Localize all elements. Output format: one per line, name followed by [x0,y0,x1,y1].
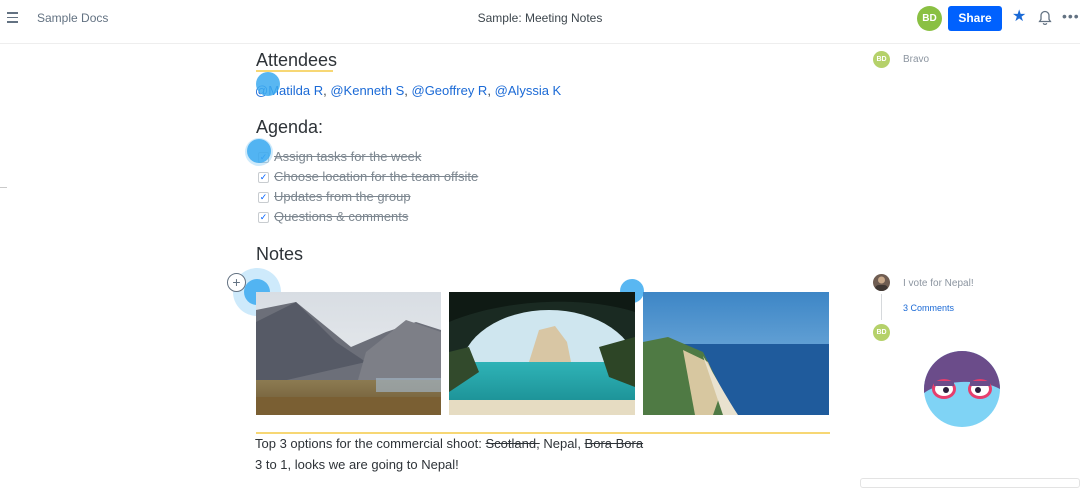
checklist-item-label[interactable]: Updates from the group [274,189,411,204]
comment-author: Bravo [903,54,930,65]
option-separator: , [577,436,585,451]
share-button[interactable]: Share [948,6,1002,31]
gutter-marker [0,187,7,188]
checkbox-checked[interactable]: ✓ [258,212,269,223]
checklist-item-label[interactable]: Questions & comments [274,209,408,224]
user-avatar[interactable]: BD [917,6,942,31]
attendees-heading[interactable]: Attendees [256,50,337,71]
agenda-heading[interactable]: Agenda: [256,117,323,138]
header-divider [0,43,1080,44]
bell-icon[interactable] [1038,10,1052,26]
checkbox-checked[interactable]: ✓ [258,172,269,183]
attendee-mentions: @Matilda R, @Kenneth S, @Geoffrey R, @Al… [255,83,562,98]
option-struck: Scotland, [485,436,540,451]
paragraph-highlight [256,432,830,434]
commenter-avatar[interactable] [873,274,890,291]
notes-heading[interactable]: Notes [256,244,303,265]
menu-icon[interactable] [7,12,18,24]
mention-link[interactable]: @Geoffrey R [412,83,488,98]
mention-link[interactable]: @Kenneth S [330,83,404,98]
option-selected: Nepal [543,436,578,451]
comments-link[interactable]: 3 Comments [903,303,954,313]
add-block-button[interactable]: + [227,273,246,292]
checklist-item-label[interactable]: Choose location for the team offsite [274,169,478,184]
options-prefix: Top 3 options for the commercial shoot: [255,436,486,451]
mascot-illustration [924,351,1000,427]
collaborator-cursor [247,139,271,163]
option-struck: Bora Bora [584,436,644,451]
comment-input-box[interactable] [860,478,1080,488]
checkbox-checked[interactable]: ✓ [258,192,269,203]
mention-link[interactable]: @Alyssia K [495,83,562,98]
result-paragraph[interactable]: 3 to 1, looks we are going to Nepal! [255,457,459,472]
comment-avatar[interactable]: BD [873,51,890,68]
photo-scotland[interactable] [256,292,441,415]
photo-nepal[interactable] [449,292,635,415]
star-icon[interactable]: ★ [1012,8,1026,26]
photo-bora-bora[interactable] [643,292,829,415]
checklist-item-label[interactable]: Assign tasks for the week [274,149,421,164]
comment-thread-line [881,294,882,320]
collaborator-cursor [256,72,280,96]
more-options-icon[interactable]: ••• [1062,9,1080,23]
options-paragraph[interactable]: Top 3 options for the commercial shoot: … [255,436,643,451]
top-bar: Sample Docs Sample: Meeting Notes BD Sha… [0,0,1080,38]
app-title[interactable]: Sample Docs [37,11,108,25]
comment-text: I vote for Nepal! [903,278,974,289]
reply-avatar[interactable]: BD [873,324,890,341]
